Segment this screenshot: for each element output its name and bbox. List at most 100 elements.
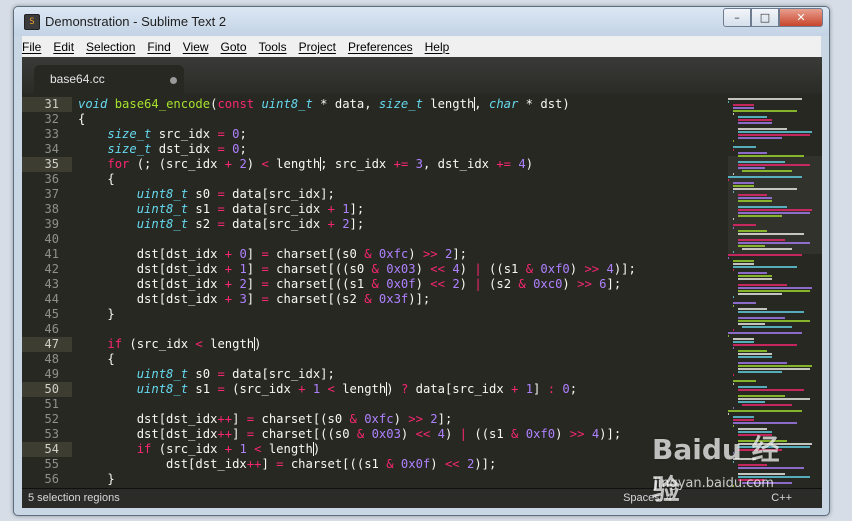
menu-help[interactable]: Help — [419, 40, 456, 54]
minimap-line — [732, 173, 734, 175]
code-line[interactable]: size_t src_idx = 0; — [78, 127, 718, 142]
minimap-line — [737, 245, 766, 247]
sublime-app-icon[interactable]: S — [24, 14, 40, 30]
minimap-line — [732, 218, 734, 220]
line-number[interactable]: 42 — [22, 262, 72, 277]
menu-bar: File Edit Selection Find View Goto Tools… — [22, 36, 821, 57]
code-line[interactable]: { — [78, 352, 718, 367]
menu-tools[interactable]: Tools — [253, 40, 293, 54]
menu-goto[interactable]: Goto — [215, 40, 253, 54]
line-number[interactable]: 31 — [22, 97, 72, 112]
code-line[interactable] — [78, 397, 718, 412]
line-number[interactable]: 45 — [22, 307, 72, 322]
menu-view[interactable]: View — [177, 40, 215, 54]
minimap-line — [728, 101, 730, 103]
line-number[interactable]: 35 — [22, 157, 72, 172]
minimap-line — [732, 341, 754, 343]
code-line[interactable]: dst[dst_idx + 3] = charset[(s2 & 0x3f)]; — [78, 292, 718, 307]
menu-find[interactable]: Find — [141, 40, 176, 54]
menu-edit[interactable]: Edit — [47, 40, 80, 54]
line-number[interactable]: 33 — [22, 127, 72, 142]
menu-project[interactable]: Project — [293, 40, 342, 54]
code-line[interactable]: if (src_idx + 1 < length) — [78, 442, 718, 457]
code-line[interactable]: dst[dst_idx + 0] = charset[(s0 & 0xfc) >… — [78, 247, 718, 262]
code-line[interactable]: for (; (src_idx + 2) < length; src_idx +… — [78, 157, 718, 172]
minimap-line — [737, 275, 772, 277]
minimap-line — [737, 128, 788, 130]
minimap-line — [732, 305, 734, 307]
minimap-line — [728, 257, 730, 259]
code-line[interactable]: { — [78, 172, 718, 187]
minimap-line — [737, 350, 768, 352]
menu-preferences[interactable]: Preferences — [342, 40, 419, 54]
code-line[interactable]: if (src_idx < length) — [78, 337, 718, 352]
close-button[interactable]: ✕ — [779, 8, 823, 27]
minimap-line — [737, 371, 782, 373]
minimap-line — [732, 380, 756, 382]
code-line[interactable]: size_t dst_idx = 0; — [78, 142, 718, 157]
code-line[interactable]: dst[dst_idx + 1] = charset[((s0 & 0x03) … — [78, 262, 718, 277]
code-line[interactable]: uint8_t s1 = data[src_idx + 1]; — [78, 202, 718, 217]
code-area[interactable]: void base64_encode(const uint8_t * data,… — [78, 97, 718, 487]
minimap-line — [732, 416, 754, 418]
code-line[interactable] — [78, 322, 718, 337]
unsaved-dot-icon[interactable] — [170, 77, 177, 84]
line-number[interactable]: 37 — [22, 187, 72, 202]
line-number[interactable]: 34 — [22, 142, 72, 157]
minimap-line — [737, 167, 766, 169]
line-number[interactable]: 56 — [22, 472, 72, 487]
minimap-line — [737, 395, 785, 397]
maximize-button[interactable]: □ — [751, 8, 779, 27]
title-bar[interactable]: S Demonstration - Sublime Text 2 – □ ✕ — [14, 7, 829, 36]
line-number[interactable]: 39 — [22, 217, 72, 232]
line-number-gutter[interactable]: 31 32 33 34 35 36 37 38 39 40 41 42 43 44 45 46 47 48 49 50… — [22, 97, 72, 487]
line-number[interactable]: 48 — [22, 352, 72, 367]
line-number[interactable]: 53 — [22, 427, 72, 442]
code-line[interactable]: } — [78, 472, 718, 487]
code-line[interactable]: uint8_t s0 = data[src_idx]; — [78, 367, 718, 382]
minimap-line — [737, 398, 811, 400]
code-line[interactable] — [78, 232, 718, 247]
line-number[interactable]: 43 — [22, 277, 72, 292]
tab-base64-cc[interactable]: base64.cc — [34, 65, 184, 94]
code-line[interactable]: uint8_t s1 = (src_idx + 1 < length) ? da… — [78, 382, 718, 397]
code-line[interactable]: dst[dst_idx++] = charset[((s0 & 0x03) <<… — [78, 427, 718, 442]
line-number[interactable]: 47 — [22, 337, 72, 352]
code-line[interactable]: } — [78, 307, 718, 322]
code-line[interactable]: uint8_t s2 = data[src_idx + 2]; — [78, 217, 718, 232]
code-line[interactable]: dst[dst_idx + 2] = charset[((s1 & 0x0f) … — [78, 277, 718, 292]
line-number[interactable]: 52 — [22, 412, 72, 427]
line-number[interactable]: 46 — [22, 322, 72, 337]
line-number[interactable]: 36 — [22, 172, 72, 187]
minimap-line — [737, 287, 813, 289]
minimap-line — [737, 239, 785, 241]
minimap-line — [737, 368, 811, 370]
line-number[interactable]: 51 — [22, 397, 72, 412]
code-line[interactable]: { — [78, 112, 718, 127]
code-line[interactable]: void base64_encode(const uint8_t * data,… — [78, 97, 718, 112]
menu-file[interactable]: File — [22, 40, 47, 54]
minimap-line — [737, 137, 782, 139]
line-number[interactable]: 38 — [22, 202, 72, 217]
minimap-line — [737, 233, 804, 235]
line-number[interactable]: 40 — [22, 232, 72, 247]
line-number[interactable]: 41 — [22, 247, 72, 262]
minimap-line — [732, 140, 734, 142]
line-number[interactable]: 49 — [22, 367, 72, 382]
minimap-line — [737, 320, 811, 322]
line-number[interactable]: 54 — [22, 442, 72, 457]
minimap-line — [737, 206, 788, 208]
code-line[interactable]: dst[dst_idx++] = charset[((s1 & 0x0f) <<… — [78, 457, 718, 472]
minimap-line — [737, 308, 768, 310]
code-line[interactable]: dst[dst_idx++] = charset[(s0 & 0xfc) >> … — [78, 412, 718, 427]
line-number[interactable]: 44 — [22, 292, 72, 307]
minimap-line — [732, 113, 734, 115]
minimize-button[interactable]: – — [723, 8, 751, 27]
minimap-line — [737, 131, 813, 133]
menu-selection[interactable]: Selection — [80, 40, 141, 54]
code-line[interactable]: uint8_t s0 = data[src_idx]; — [78, 187, 718, 202]
line-number[interactable]: 50 — [22, 382, 72, 397]
minimap-line — [737, 119, 772, 121]
line-number[interactable]: 32 — [22, 112, 72, 127]
line-number[interactable]: 55 — [22, 457, 72, 472]
